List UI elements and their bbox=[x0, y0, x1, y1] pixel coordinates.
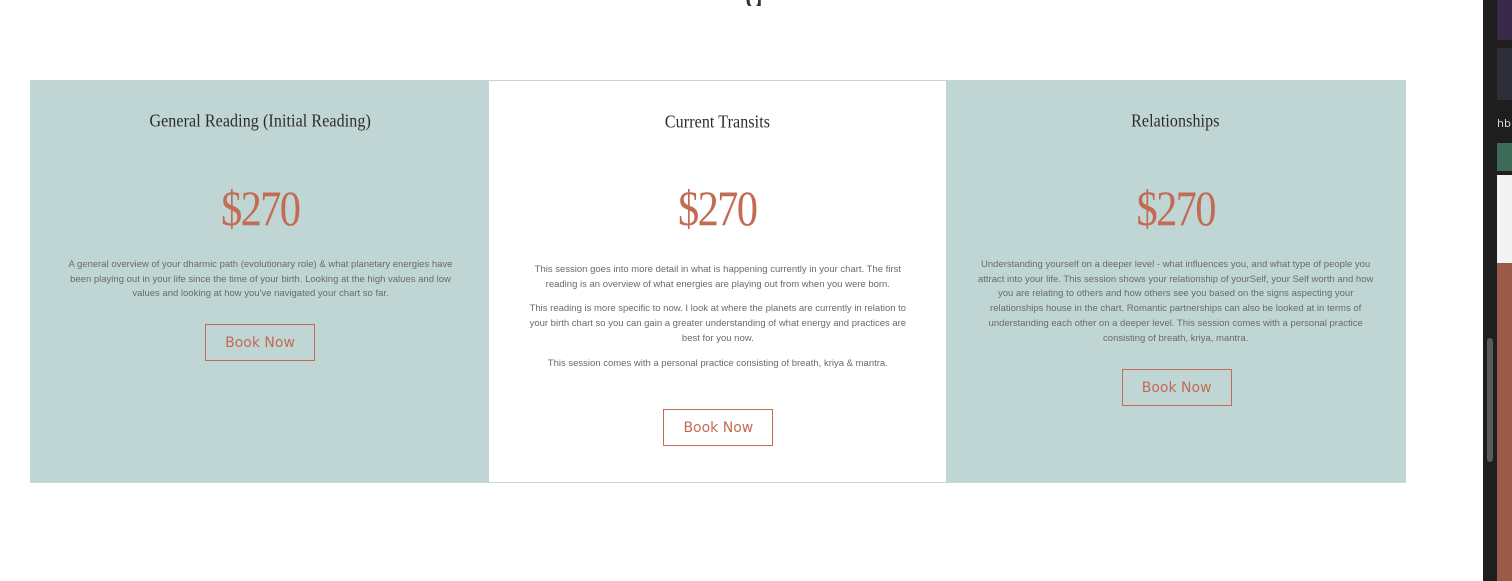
side-panel-block bbox=[1497, 48, 1512, 100]
card-title: Relationships bbox=[1131, 112, 1220, 131]
card-title: Current Transits bbox=[664, 113, 771, 132]
side-panel-label: hb bbox=[1497, 117, 1511, 130]
pricing-card-general-reading: General Reading (Initial Reading) $270 A… bbox=[31, 81, 490, 482]
side-panel-block bbox=[1497, 175, 1512, 263]
book-now-button[interactable]: Book Now bbox=[663, 409, 774, 446]
book-now-button[interactable]: Book Now bbox=[205, 324, 315, 361]
card-price: $270 bbox=[1136, 180, 1216, 236]
card-description-paragraph: This session goes into more detail in wh… bbox=[534, 264, 901, 290]
card-description: Understanding yourself on a deeper level… bbox=[976, 258, 1376, 356]
card-description-paragraph: This session comes with a personal pract… bbox=[547, 357, 888, 369]
pricing-cards-row: General Reading (Initial Reading) $270 A… bbox=[30, 80, 1406, 483]
card-description: A general overview of your dharmic path … bbox=[61, 258, 460, 312]
card-price: $270 bbox=[221, 180, 301, 236]
pricing-card-current-transits: Current Transits $270 This session goes … bbox=[489, 81, 946, 482]
side-panel-block bbox=[1497, 143, 1512, 171]
side-panel-block bbox=[1497, 263, 1512, 581]
card-title: General Reading (Initial Reading) bbox=[149, 112, 371, 131]
card-description: This session goes into more detail in wh… bbox=[523, 263, 912, 381]
card-description-paragraph: This reading is more specific to now. I … bbox=[529, 303, 907, 344]
card-description-paragraph: Understanding yourself on a deeper level… bbox=[977, 259, 1374, 344]
scrollbar-thumb[interactable] bbox=[1487, 338, 1493, 462]
browser-side-panel bbox=[1483, 0, 1512, 581]
card-description-paragraph: A general overview of your dharmic path … bbox=[68, 259, 453, 300]
side-panel-block bbox=[1497, 0, 1512, 40]
section-heading-fragment: g bbox=[745, 0, 769, 6]
book-now-button[interactable]: Book Now bbox=[1121, 369, 1232, 406]
pricing-card-relationships: Relationships $270 Understanding yoursel… bbox=[945, 81, 1405, 482]
card-price: $270 bbox=[678, 180, 758, 236]
